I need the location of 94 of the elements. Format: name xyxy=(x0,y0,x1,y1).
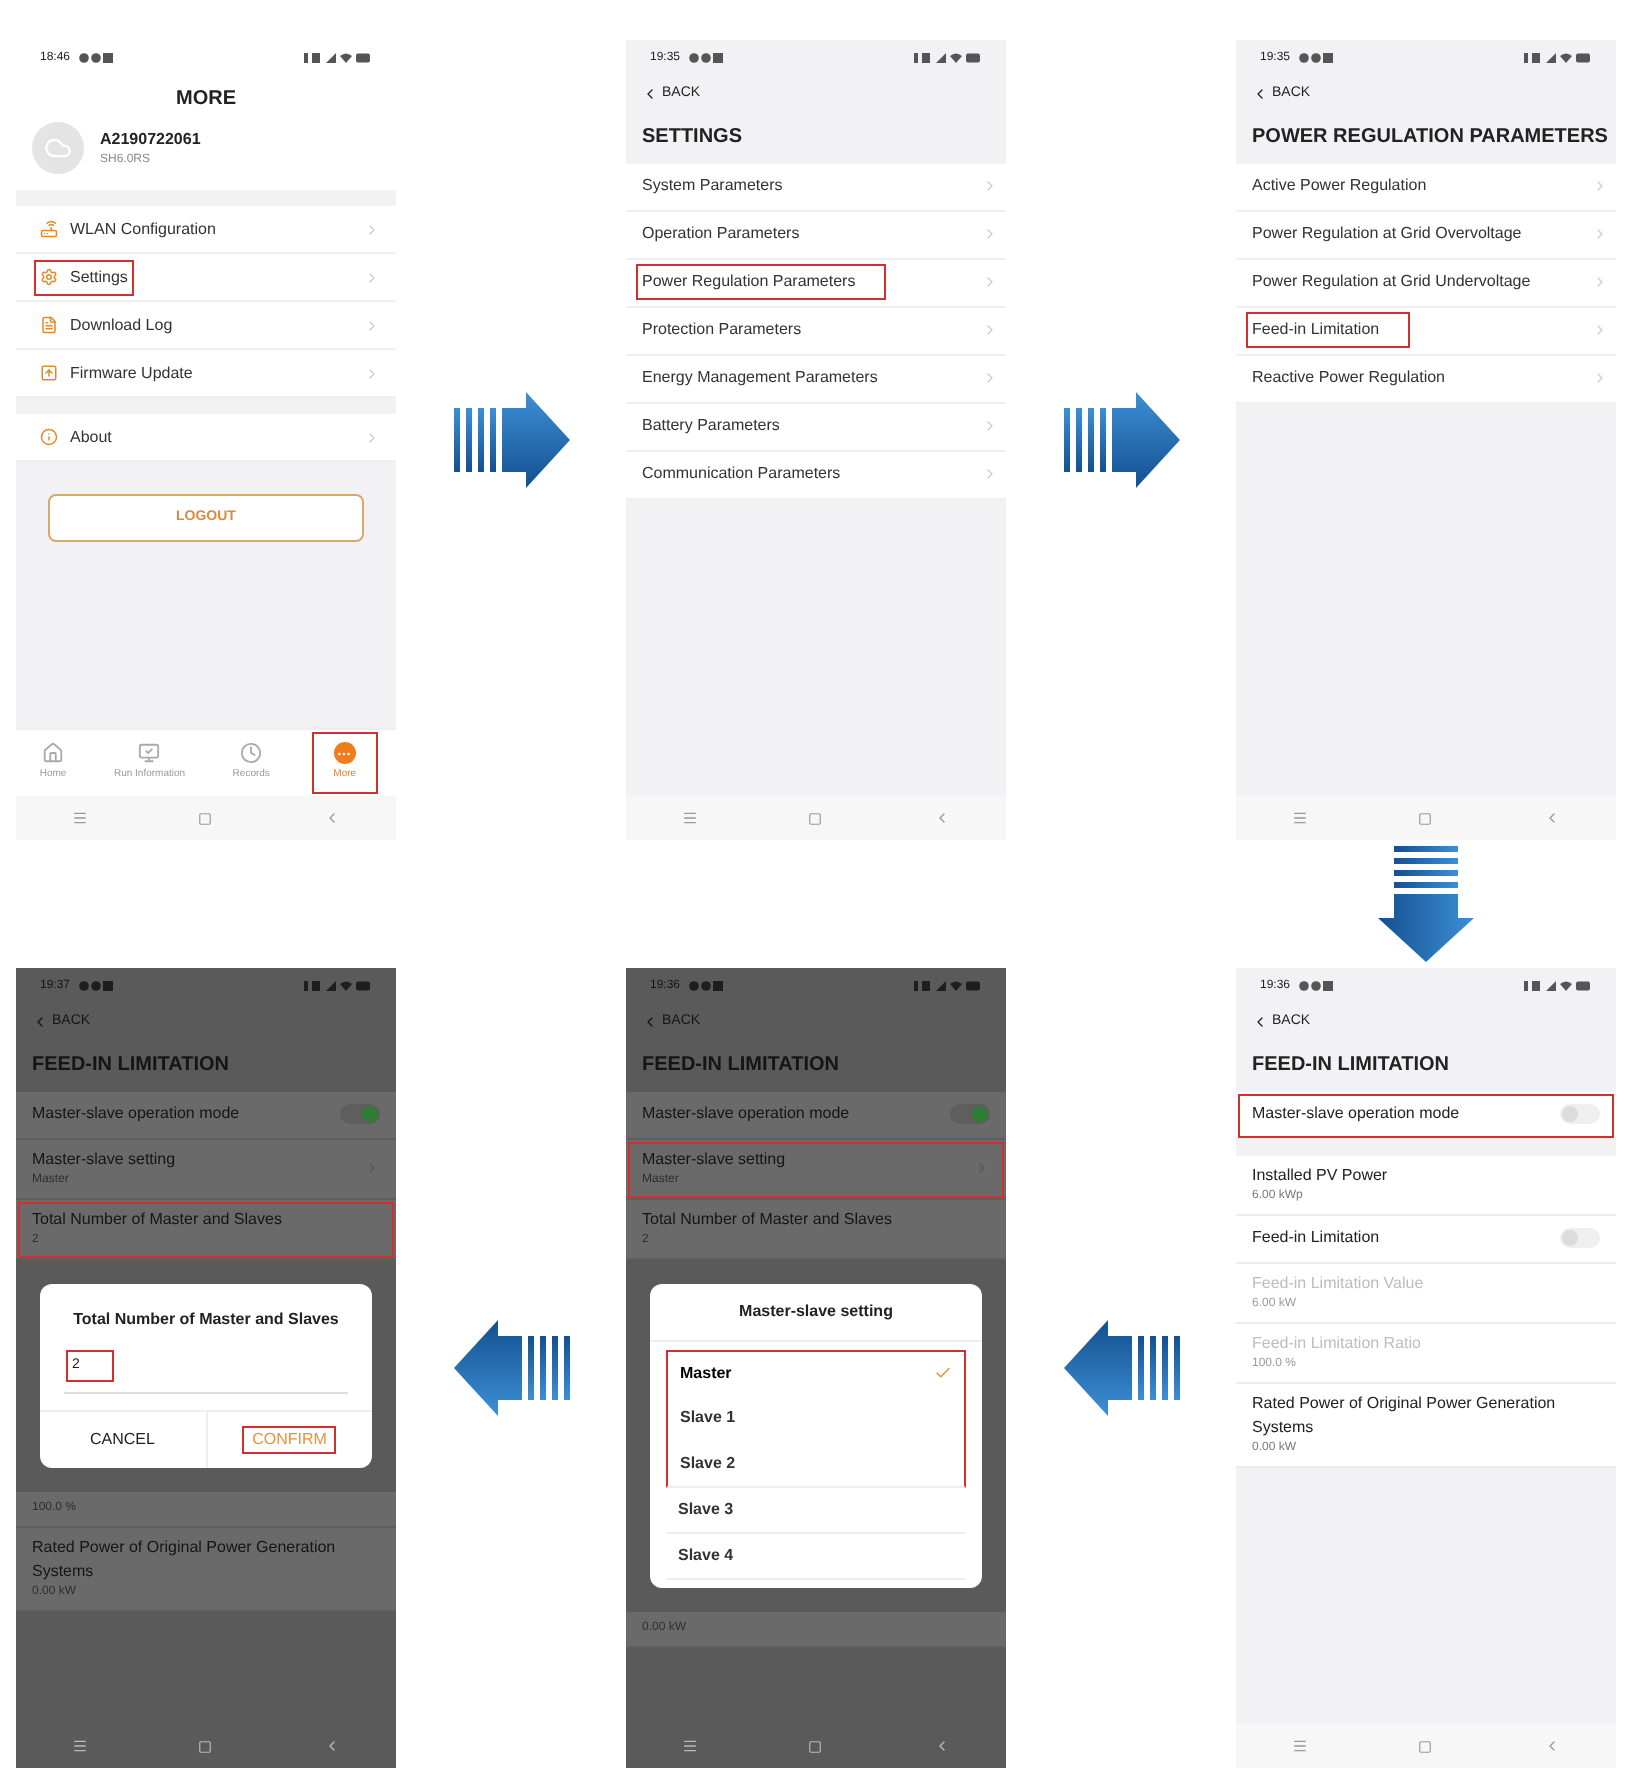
screen-title: POWER REGULATION PARAMETERS xyxy=(1250,123,1610,151)
cloud-icon xyxy=(44,134,72,162)
notification-icons-drawing xyxy=(1298,52,1335,64)
status-icons-drawing xyxy=(914,980,982,992)
home-nav-icon[interactable] xyxy=(198,811,213,825)
dialog-title: Total Number of Master and Slaves xyxy=(71,1307,341,1331)
status-icons-drawing xyxy=(304,980,372,992)
screen-title: FEED-IN LIMITATION xyxy=(640,1051,842,1079)
notification-icons-drawing xyxy=(688,52,725,64)
option-item[interactable]: Slave 2 xyxy=(666,1441,966,1487)
notification-icons-drawing xyxy=(688,980,725,992)
status-icons-drawing xyxy=(304,52,372,64)
notification-icons-drawing xyxy=(78,980,115,992)
notification-icons-drawing xyxy=(1298,980,1335,992)
status-icons-drawing xyxy=(1524,980,1592,992)
option-item[interactable]: Slave 4 xyxy=(666,1533,966,1579)
back-icon xyxy=(32,1014,48,1031)
menu-item[interactable]: About xyxy=(32,417,120,457)
back-icon xyxy=(1252,1014,1268,1031)
setting-label: Master-slave setting xyxy=(32,1147,176,1171)
menu-item-icon xyxy=(40,428,58,446)
menu-item-icon xyxy=(40,220,58,238)
status-icons-drawing xyxy=(914,52,982,64)
tab-icon xyxy=(138,742,161,765)
device-name: A2190722061 xyxy=(100,127,201,151)
back-icon xyxy=(642,86,658,103)
home-nav-icon[interactable] xyxy=(808,1739,823,1753)
setting-label: Total Number of Master and Slaves xyxy=(642,1207,892,1231)
setting-label: Feed-in Limitation xyxy=(1252,1226,1380,1250)
screen-title: FEED-IN LIMITATION xyxy=(1250,1051,1452,1079)
toggle-switch[interactable] xyxy=(1560,1104,1600,1124)
menu-item[interactable]: Firmware Update xyxy=(32,353,201,393)
chevron-icon xyxy=(982,418,998,434)
toggle-switch[interactable] xyxy=(340,1104,380,1124)
chevron-icon xyxy=(1592,178,1608,194)
setting-label: Total Number of Master and Slaves xyxy=(32,1207,282,1231)
menu-icon[interactable] xyxy=(1291,1738,1308,1754)
screen-title: FEED-IN LIMITATION xyxy=(30,1051,232,1079)
option-item[interactable]: Master xyxy=(666,1349,966,1395)
chevron-icon xyxy=(1592,322,1608,338)
option-item[interactable]: Slave 1 xyxy=(666,1395,966,1441)
setting-label: Master-slave setting xyxy=(642,1147,786,1171)
setting-label: Rated Power of Original Power Generation Systems xyxy=(1252,1391,1558,1439)
chevron-icon xyxy=(982,322,998,338)
menu-item-icon xyxy=(40,316,58,334)
menu-item[interactable]: WLAN Configuration xyxy=(32,209,224,249)
chevron-icon xyxy=(982,178,998,194)
menu-item[interactable]: Settings xyxy=(32,257,136,297)
dialog-title: Master-slave setting xyxy=(650,1283,982,1341)
menu-icon[interactable] xyxy=(1291,810,1308,826)
setting-label: Rated Power of Original Power Generation Systems xyxy=(32,1536,338,1584)
toggle-switch[interactable] xyxy=(1560,1228,1600,1248)
menu-icon[interactable] xyxy=(71,810,88,826)
setting-label: Master-slave operation mode xyxy=(1252,1102,1460,1126)
setting-label: Feed-in Limitation Ratio xyxy=(1252,1331,1421,1355)
home-nav-icon[interactable] xyxy=(198,1739,213,1753)
screen-title: SETTINGS xyxy=(640,123,745,151)
home-nav-icon[interactable] xyxy=(1418,1739,1433,1753)
more-icon xyxy=(333,742,356,765)
chevron-icon xyxy=(364,429,380,445)
chevron-icon xyxy=(982,466,998,482)
menu-icon[interactable] xyxy=(71,1738,88,1754)
setting-label: Feed-in Limitation Value xyxy=(1252,1271,1424,1295)
menu-item[interactable]: Download Log xyxy=(32,305,181,345)
back-icon xyxy=(642,1014,658,1031)
chevron-icon xyxy=(982,370,998,386)
chevron-icon xyxy=(1592,274,1608,290)
check-icon xyxy=(934,1364,952,1382)
menu-item-icon xyxy=(40,364,58,382)
menu-item-icon xyxy=(40,268,58,286)
toggle-switch[interactable] xyxy=(950,1104,990,1124)
option-item[interactable]: Slave 3 xyxy=(666,1487,966,1533)
screen-title: MORE xyxy=(174,86,238,114)
home-nav-icon[interactable] xyxy=(1418,811,1433,825)
tab-icon xyxy=(240,742,263,765)
setting-label: Master-slave operation mode xyxy=(642,1102,850,1126)
menu-icon[interactable] xyxy=(681,810,698,826)
home-nav-icon[interactable] xyxy=(808,811,823,825)
setting-label: Master-slave operation mode xyxy=(32,1102,240,1126)
chevron-icon xyxy=(1592,370,1608,386)
notification-icons-drawing xyxy=(78,52,115,64)
chevron-icon xyxy=(364,269,380,285)
status-icons-drawing xyxy=(1524,52,1592,64)
back-icon xyxy=(1252,86,1268,103)
setting-label: Installed PV Power xyxy=(1252,1163,1388,1187)
chevron-icon xyxy=(982,226,998,242)
chevron-icon xyxy=(982,274,998,290)
tab-icon xyxy=(42,742,65,765)
menu-icon[interactable] xyxy=(681,1738,698,1754)
dialog-button[interactable]: CANCEL xyxy=(78,1424,167,1456)
chevron-icon xyxy=(364,221,380,237)
chevron-icon xyxy=(1592,226,1608,242)
chevron-icon xyxy=(364,365,380,381)
chevron-icon xyxy=(364,317,380,333)
